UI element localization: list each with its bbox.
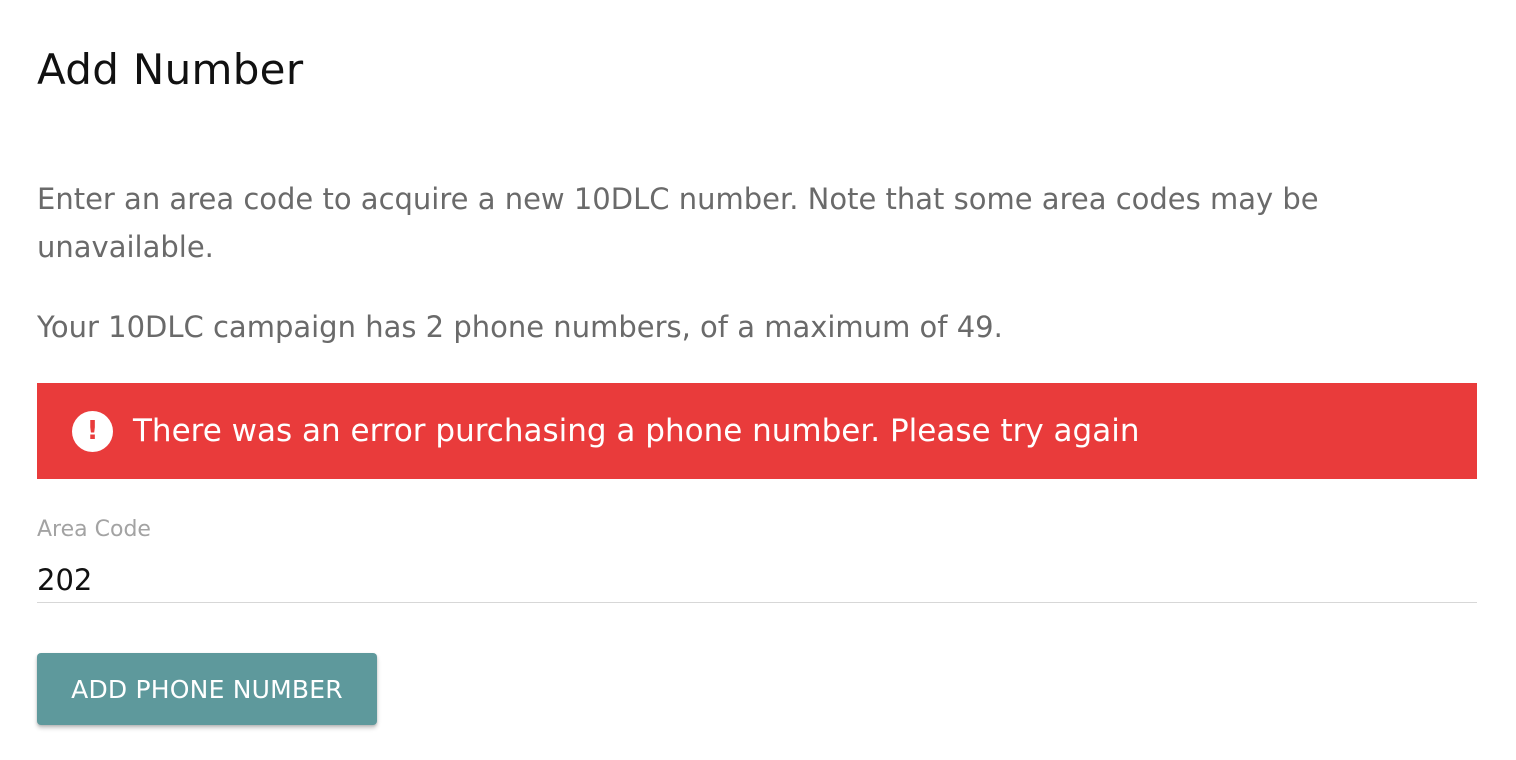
campaign-status-text: Your 10DLC campaign has 2 phone numbers,… (37, 310, 1003, 344)
add-phone-number-button[interactable]: ADD PHONE NUMBER (37, 653, 377, 725)
error-message: There was an error purchasing a phone nu… (133, 413, 1140, 449)
area-code-input[interactable] (37, 557, 1477, 603)
page-title: Add Number (37, 45, 304, 94)
error-banner: ! There was an error purchasing a phone … (37, 383, 1477, 479)
area-code-label: Area Code (37, 517, 151, 542)
add-number-page: Add Number Enter an area code to acquire… (0, 0, 1516, 760)
area-code-field: Area Code (37, 515, 1477, 607)
exclamation-circle-icon: ! (72, 410, 113, 452)
instructions-text: Enter an area code to acquire a new 10DL… (37, 182, 1319, 264)
